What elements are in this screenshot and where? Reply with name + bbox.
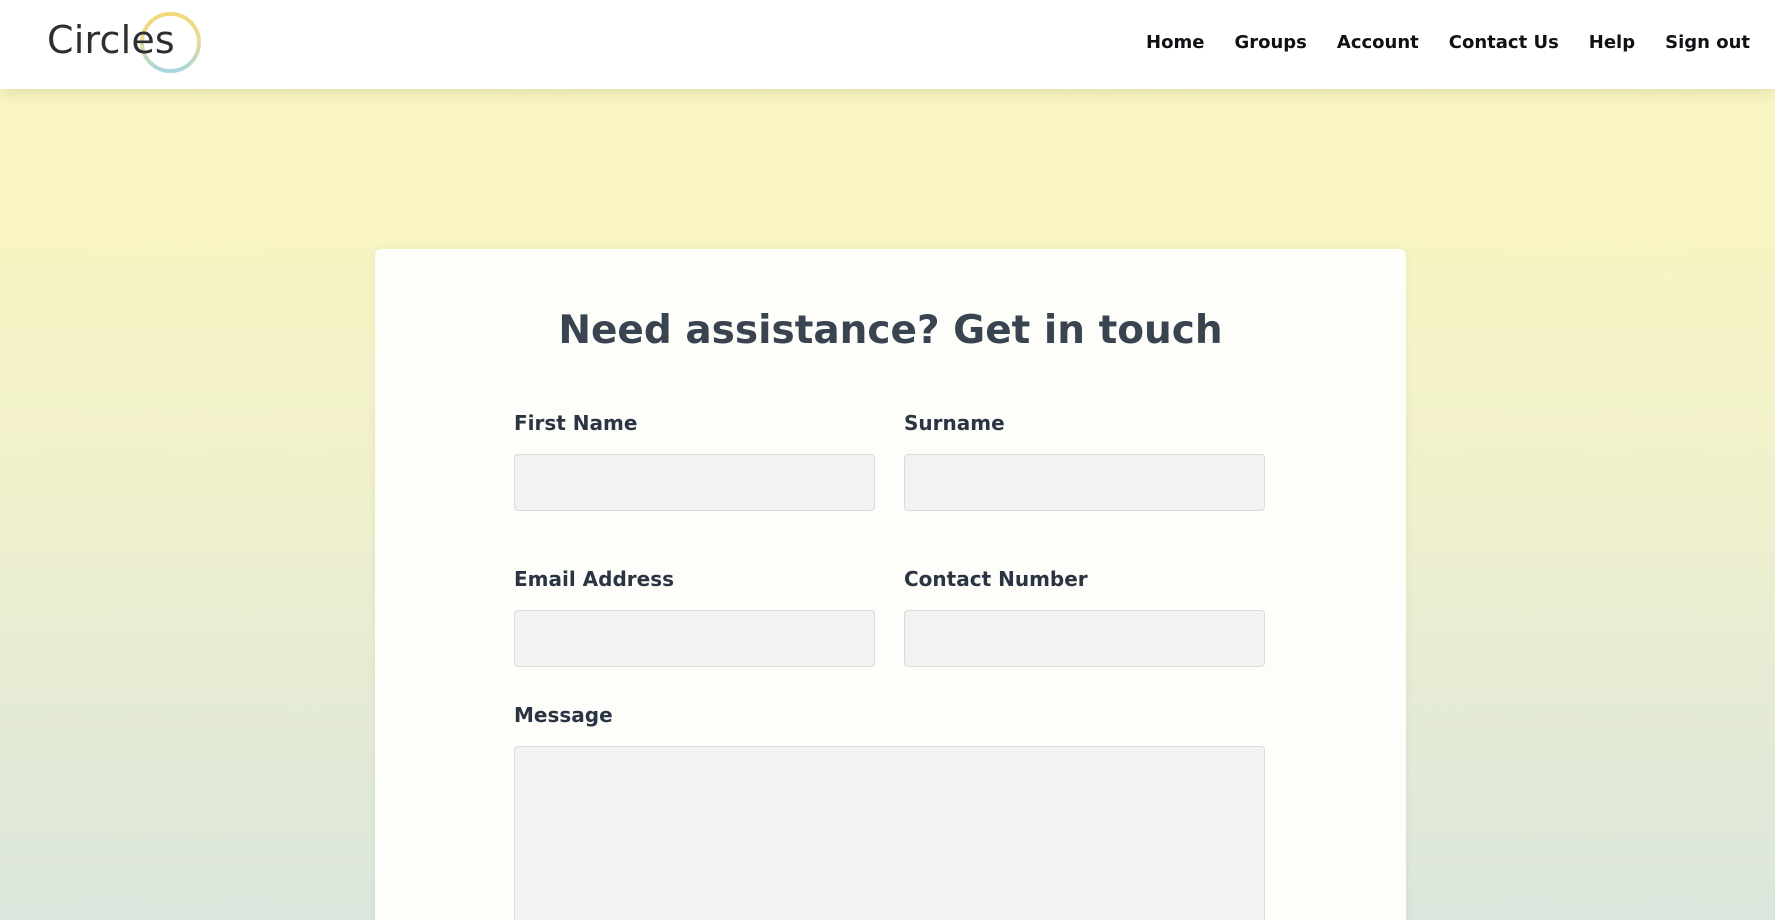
message-textarea[interactable] — [514, 746, 1265, 920]
nav-help-link[interactable]: Help — [1589, 30, 1635, 56]
contact-number-input[interactable] — [904, 610, 1265, 667]
site-header: Circles Home Groups Account Contact Us H… — [0, 0, 1775, 89]
message-label: Message — [514, 703, 613, 727]
logo-text: Circles — [47, 18, 175, 62]
contact-form-card: Need assistance? Get in touch First Name… — [375, 249, 1406, 920]
first-name-label: First Name — [514, 411, 638, 435]
nav-contact-us-link[interactable]: Contact Us — [1449, 30, 1559, 56]
first-name-input[interactable] — [514, 454, 875, 511]
nav-groups-link[interactable]: Groups — [1234, 30, 1306, 56]
nav-home-link[interactable]: Home — [1146, 30, 1204, 56]
surname-input[interactable] — [904, 454, 1265, 511]
nav-account-link[interactable]: Account — [1337, 30, 1419, 56]
email-address-label: Email Address — [514, 567, 675, 591]
page-title: Need assistance? Get in touch — [558, 308, 1223, 353]
contact-number-label: Contact Number — [904, 567, 1088, 591]
circles-logo[interactable]: Circles — [47, 10, 207, 78]
nav-sign-out-link[interactable]: Sign out — [1665, 30, 1750, 56]
surname-label: Surname — [904, 411, 1005, 435]
email-address-input[interactable] — [514, 610, 875, 667]
main-nav: Home Groups Account Contact Us Help Sign… — [1146, 30, 1750, 56]
